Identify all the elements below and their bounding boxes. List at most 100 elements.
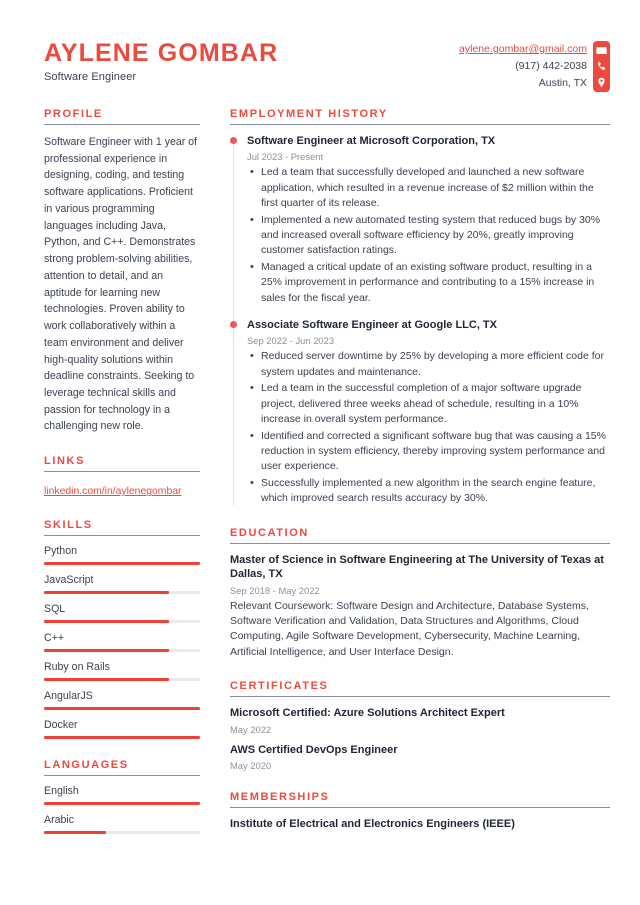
section-divider (44, 124, 200, 125)
section-heading-links: LINKS (44, 455, 85, 468)
resume-page: AYLENE GOMBAR Software Engineer aylene.g… (0, 0, 640, 905)
education-description: Relevant Coursework: Software Design and… (230, 599, 589, 658)
section-heading-skills: SKILLS (44, 519, 93, 532)
language-level-track (44, 802, 200, 806)
membership-title: Institute of Electrical and Electronics … (230, 818, 515, 831)
skill-level-fill (44, 707, 200, 711)
main-column: EMPLOYMENT HISTORY Software Engineer at … (216, 108, 610, 854)
section-links: LINKS linkedin.com/in/aylenegombar (44, 455, 200, 499)
employment-bullet: Identified and corrected a significant s… (247, 427, 610, 475)
contact-location: Austin, TX (538, 77, 587, 89)
employment-title: Associate Software Engineer at Google LL… (247, 319, 497, 332)
skills-list: Python JavaScript SQL C++ Ruby on Rails Angul… (44, 545, 200, 740)
section-memberships: MEMBERSHIPS Institute of Electrical and … (230, 791, 610, 832)
sidebar-column: PROFILE Software Engineer with 1 year of… (44, 108, 216, 854)
certificate-dates: May 2020 (230, 760, 272, 772)
identity-block: AYLENE GOMBAR Software Engineer (44, 38, 279, 84)
skill-level-track (44, 620, 200, 624)
skill-row: C++ (44, 632, 200, 653)
certificates-list: Microsoft Certified: Azure Solutions Arc… (230, 706, 610, 771)
employment-bullet: Implemented a new automated testing syst… (247, 212, 610, 259)
section-heading-certificates: CERTIFICATES (230, 680, 329, 693)
skill-level-fill (44, 591, 169, 595)
section-heading-memberships: MEMBERSHIPS (230, 791, 330, 804)
section-divider (230, 124, 610, 125)
certificate-entry: AWS Certified DevOps Engineer May 2020 (230, 743, 610, 772)
certificate-title: Microsoft Certified: Azure Solutions Arc… (230, 707, 505, 720)
skill-name: AngularJS (44, 690, 93, 703)
location-pin-icon (596, 77, 607, 88)
certificate-title: AWS Certified DevOps Engineer (230, 743, 398, 756)
contact-phone: (917) 442-2038 (515, 60, 587, 72)
skill-name: C++ (44, 632, 65, 645)
section-divider (230, 696, 610, 698)
section-divider (44, 471, 200, 473)
section-heading-profile: PROFILE (44, 108, 103, 120)
employment-dates: Sep 2022 - Jun 2023 (247, 335, 335, 347)
employment-bullet: Led a team that successfully developed a… (247, 164, 610, 211)
education-dates: Sep 2018 - May 2022 (230, 584, 320, 596)
resume-body: PROFILE Software Engineer with 1 year of… (0, 92, 640, 854)
membership-entry: Institute of Electrical and Electronics … (230, 817, 610, 832)
section-languages: LANGUAGES English Arabic (44, 759, 200, 835)
skill-name: Ruby on Rails (44, 661, 110, 674)
skill-level-track (44, 562, 200, 566)
language-name: English (44, 785, 79, 798)
language-level-fill (44, 831, 107, 835)
section-divider (230, 542, 610, 544)
language-level-track (44, 831, 200, 835)
education-list: Master of Science in Software Engineerin… (230, 553, 610, 661)
resume-header: AYLENE GOMBAR Software Engineer aylene.g… (0, 0, 640, 92)
section-education: EDUCATION Master of Science in Software … (230, 527, 610, 661)
candidate-name: AYLENE GOMBAR (44, 39, 279, 67)
timeline-dot-icon (230, 321, 237, 329)
section-heading-employment: EMPLOYMENT HISTORY (230, 108, 388, 120)
skill-level-track (44, 736, 200, 740)
section-certificates: CERTIFICATES Microsoft Certified: Azure … (230, 680, 610, 771)
employment-title: Software Engineer at Microsoft Corporati… (247, 135, 496, 147)
section-heading-education: EDUCATION (230, 526, 309, 539)
candidate-job-title: Software Engineer (44, 71, 137, 84)
link-item[interactable]: linkedin.com/in/aylenegombar (44, 486, 181, 497)
skill-level-track (44, 591, 200, 595)
certificate-dates: May 2022 (230, 723, 272, 735)
skill-name: SQL (44, 603, 66, 616)
skill-level-fill (44, 678, 169, 682)
skill-row: Docker (44, 719, 200, 740)
employment-bullet: Led a team in the successful completion … (247, 380, 610, 427)
section-profile: PROFILE Software Engineer with 1 year of… (44, 108, 200, 435)
section-heading-languages: LANGUAGES (44, 759, 129, 772)
employment-bullet-list: Led a team that successfully developed a… (247, 164, 610, 306)
skill-level-fill (44, 562, 200, 566)
contact-email-link[interactable]: aylene.gombar@gmail.com (459, 43, 587, 55)
language-row: Arabic (44, 814, 200, 835)
profile-summary-text: Software Engineer with 1 year of profess… (44, 136, 198, 433)
languages-list: English Arabic (44, 785, 200, 835)
skill-level-track (44, 678, 200, 682)
skill-name: JavaScript (44, 574, 94, 587)
skill-row: SQL (44, 603, 200, 624)
contact-block: aylene.gombar@gmail.com (917) 442-2038 A… (459, 38, 610, 92)
section-divider (230, 807, 610, 809)
section-employment: EMPLOYMENT HISTORY Software Engineer at … (230, 108, 610, 507)
education-entry: Master of Science in Software Engineerin… (230, 553, 610, 661)
employment-bullet: Successfully implemented a new algorithm… (247, 475, 610, 507)
section-divider (44, 775, 200, 777)
language-level-fill (44, 802, 200, 806)
contact-email-row: aylene.gombar@gmail.com (459, 41, 587, 58)
employment-dates: Jul 2023 - Present (247, 151, 324, 163)
employment-timeline: Software Engineer at Microsoft Corporati… (230, 134, 610, 507)
contact-details: aylene.gombar@gmail.com (917) 442-2038 A… (459, 41, 587, 92)
education-title: Master of Science in Software Engineerin… (230, 553, 604, 581)
skill-name: Python (44, 545, 77, 558)
certificate-entry: Microsoft Certified: Azure Solutions Arc… (230, 706, 610, 735)
employment-entry: Associate Software Engineer at Google LL… (230, 318, 610, 507)
skill-row: AngularJS (44, 690, 200, 711)
skill-name: Docker (44, 719, 78, 732)
phone-icon (596, 61, 607, 72)
skill-level-fill (44, 649, 169, 653)
skill-level-fill (44, 620, 169, 624)
employment-bullet-list: Reduced server downtime by 25% by develo… (247, 348, 610, 507)
section-skills: SKILLS Python JavaScript SQL C++ Ruby on Rai… (44, 519, 200, 740)
skill-row: Ruby on Rails (44, 661, 200, 682)
